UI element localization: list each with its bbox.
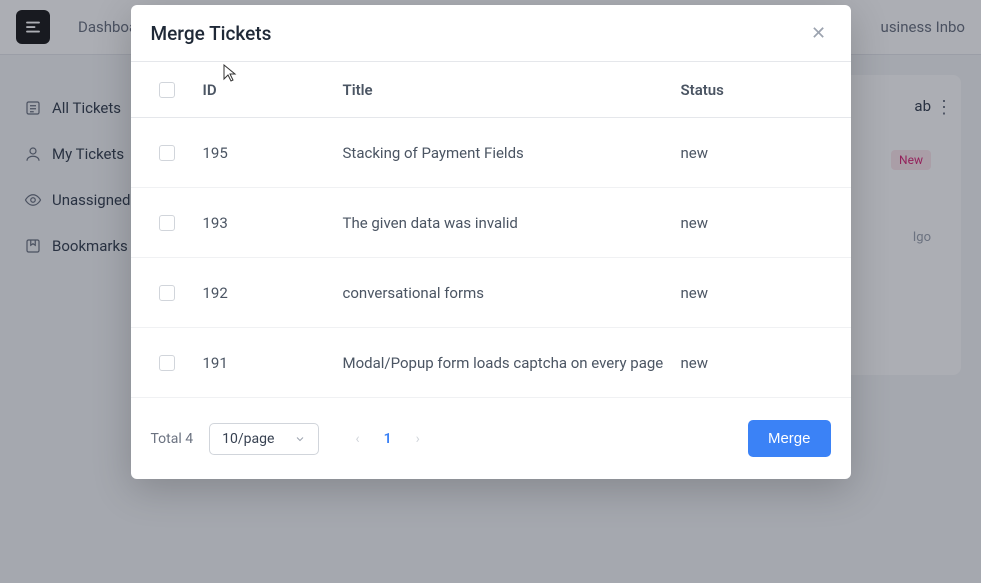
page-1[interactable]: 1 — [376, 427, 400, 451]
row-checkbox[interactable] — [159, 355, 175, 371]
close-button[interactable]: ✕ — [807, 21, 831, 45]
col-id: ID — [203, 81, 343, 99]
cell-title: Modal/Popup form loads captcha on every … — [343, 354, 681, 372]
chevron-down-icon — [294, 433, 306, 445]
col-status: Status — [681, 81, 831, 99]
cell-status: new — [681, 214, 831, 232]
merge-button[interactable]: Merge — [748, 420, 831, 457]
cell-status: new — [681, 354, 831, 372]
page-size-select[interactable]: 10/page — [209, 423, 319, 455]
cell-status: new — [681, 144, 831, 162]
prev-page[interactable]: ‹ — [351, 427, 363, 451]
select-all-checkbox[interactable] — [159, 82, 175, 98]
col-title: Title — [343, 81, 681, 99]
next-page[interactable]: › — [412, 427, 424, 451]
page-size-label: 10/page — [222, 431, 274, 447]
cell-title: conversational forms — [343, 284, 681, 302]
table-row[interactable]: 195 Stacking of Payment Fields new — [131, 118, 851, 188]
table-row[interactable]: 192 conversational forms new — [131, 258, 851, 328]
cell-id: 192 — [203, 284, 343, 302]
cell-id: 193 — [203, 214, 343, 232]
table-row[interactable]: 193 The given data was invalid new — [131, 188, 851, 258]
row-checkbox[interactable] — [159, 215, 175, 231]
modal-header: Merge Tickets ✕ — [131, 5, 851, 62]
table-header-row: ID Title Status — [131, 62, 851, 118]
select-all-cell — [131, 82, 203, 98]
table-row[interactable]: 191 Modal/Popup form loads captcha on ev… — [131, 328, 851, 398]
close-icon: ✕ — [811, 23, 826, 44]
cell-title: The given data was invalid — [343, 214, 681, 232]
cell-id: 195 — [203, 144, 343, 162]
modal-overlay[interactable]: Merge Tickets ✕ ID Title Status 195 S — [0, 0, 981, 583]
tickets-table: ID Title Status 195 Stacking of Payment … — [131, 62, 851, 398]
pagination: ‹ 1 › — [351, 427, 423, 451]
total-count: Total 4 — [151, 431, 194, 447]
row-checkbox[interactable] — [159, 145, 175, 161]
cell-title: Stacking of Payment Fields — [343, 144, 681, 162]
cell-id: 191 — [203, 354, 343, 372]
cell-status: new — [681, 284, 831, 302]
modal-body: ID Title Status 195 Stacking of Payment … — [131, 62, 851, 398]
merge-tickets-modal: Merge Tickets ✕ ID Title Status 195 S — [131, 5, 851, 479]
modal-title: Merge Tickets — [151, 22, 272, 45]
modal-footer: Total 4 10/page ‹ 1 › Merge — [131, 398, 851, 479]
row-checkbox[interactable] — [159, 285, 175, 301]
